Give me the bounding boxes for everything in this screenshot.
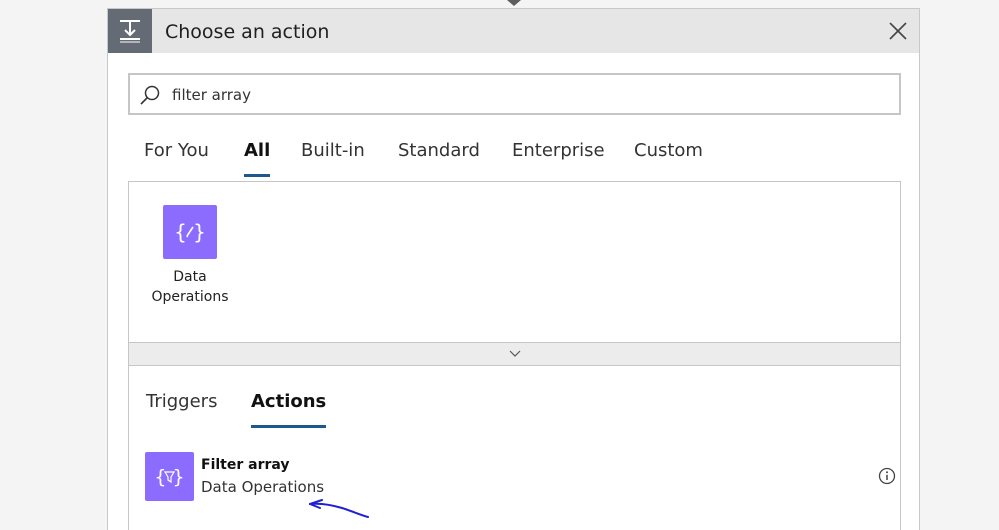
info-button[interactable] — [878, 467, 896, 485]
tab-label: Custom — [634, 140, 703, 161]
tab-enterprise[interactable]: Enterprise — [512, 137, 605, 165]
flow-connector-arrow — [507, 0, 521, 6]
dialog-header: Choose an action — [108, 9, 919, 53]
choose-action-dialog: Choose an action For You All Built-in St… — [107, 8, 920, 530]
filter-array-icon: { } — [145, 452, 194, 501]
subtab-label: Actions — [251, 391, 327, 412]
tab-standard[interactable]: Standard — [398, 137, 480, 165]
subtab-triggers[interactable]: Triggers — [146, 389, 217, 415]
close-button[interactable] — [887, 20, 909, 42]
connector-label: Data Operations — [151, 269, 229, 305]
dialog-title: Choose an action — [165, 21, 330, 43]
tab-for-you[interactable]: For You — [144, 137, 209, 165]
tab-built-in[interactable]: Built-in — [301, 137, 365, 165]
tab-label: All — [244, 140, 271, 161]
action-subtitle: Data Operations — [201, 478, 325, 496]
connector-data-operations[interactable]: { } Data Operations — [143, 205, 237, 307]
search-icon — [140, 85, 160, 105]
active-subtab-indicator — [251, 425, 327, 428]
tab-all[interactable]: All — [244, 137, 271, 177]
handdrawn-arrow-annotation — [309, 499, 369, 518]
search-box — [128, 73, 901, 115]
connectors-panel: { } Data Operations — [128, 181, 901, 342]
insert-step-icon — [108, 9, 152, 53]
expand-connectors-bar[interactable] — [128, 342, 901, 366]
info-icon — [878, 467, 896, 485]
action-title: Filter array — [201, 457, 290, 473]
tab-label: Built-in — [301, 140, 365, 161]
svg-text:{ }: { } — [154, 466, 184, 488]
chevron-down-icon — [509, 350, 521, 357]
close-icon — [889, 22, 907, 40]
subtab-actions[interactable]: Actions — [251, 389, 327, 428]
subtab-label: Triggers — [146, 391, 218, 412]
data-operations-icon: { } — [163, 205, 217, 259]
active-tab-indicator — [244, 174, 271, 177]
flow-designer: Choose an action For You All Built-in St… — [0, 0, 999, 530]
search-input[interactable] — [170, 81, 874, 109]
tab-label: For You — [144, 140, 209, 161]
tab-label: Enterprise — [512, 140, 605, 161]
action-filter-array[interactable]: { } Filter array Data Operations — [145, 452, 896, 502]
tab-label: Standard — [398, 140, 480, 161]
tab-custom[interactable]: Custom — [634, 137, 703, 165]
actions-panel: Triggers Actions { } Filter array Data O… — [128, 366, 901, 530]
